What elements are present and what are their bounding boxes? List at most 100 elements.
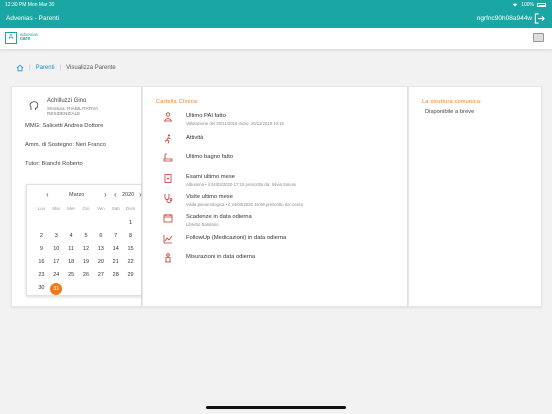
app-title: Advenias - Parenti xyxy=(6,15,60,22)
weekday-label: Ven xyxy=(96,206,105,211)
clinic-item-label: FollowUp (Medicazioni) in data odierna xyxy=(186,235,287,241)
calendar-day[interactable]: 18 xyxy=(64,256,79,269)
calendar-empty-cell xyxy=(64,217,79,230)
calendar-day[interactable]: 26 xyxy=(79,269,94,282)
calendar-day[interactable]: 23 xyxy=(34,269,49,282)
communications-title: La struttura comunica: xyxy=(422,99,482,105)
calendar-day[interactable]: 25 xyxy=(64,269,79,282)
stethoscope-icon xyxy=(164,194,173,203)
home-icon[interactable] xyxy=(16,64,24,72)
calendar-day-label: 31 xyxy=(50,282,63,295)
status-right: 100% xyxy=(512,2,546,8)
calendar-day[interactable]: 27 xyxy=(93,269,108,282)
calendar-empty-cell xyxy=(79,217,94,230)
medication-icon xyxy=(163,235,173,244)
calendar-day[interactable]: 9 xyxy=(34,243,49,256)
clinic-item-sub: Libretto Sanitario xyxy=(186,222,219,227)
clinic-item-label: Misurazioni in data odierna xyxy=(186,254,256,260)
clinic-item-label: Ultimo PAI fatto xyxy=(186,113,226,119)
calendar-day[interactable]: 19 xyxy=(79,256,94,269)
image-icon[interactable] xyxy=(533,33,544,42)
logo-text: advenias care xyxy=(20,32,38,42)
weekday-label: Gio xyxy=(82,206,90,211)
calendar-day-selected[interactable]: 31 xyxy=(49,282,64,295)
breadcrumb: | Parenti | Visualizza Parente xyxy=(16,64,116,72)
calendar-empty-cell xyxy=(93,217,108,230)
clinic-item-label: Esami ultimo mese xyxy=(186,174,235,180)
calendar-header: ‹ Marzo › ‹ 2020 › xyxy=(27,191,142,199)
calendar-day[interactable]: 22 xyxy=(123,256,138,269)
weekday-label: Mar xyxy=(52,206,61,211)
clinic-item-label: Attività xyxy=(186,135,204,141)
calendar-day[interactable]: 14 xyxy=(108,243,123,256)
calendar-day[interactable]: 3 xyxy=(49,230,64,243)
calendar-day[interactable]: 5 xyxy=(79,230,94,243)
calendar-day[interactable]: 10 xyxy=(49,243,64,256)
clinic-item-label: Visite ultimo mese xyxy=(186,194,233,200)
patient-mmg: MMG: Salicetti Andrea Dottore xyxy=(25,123,104,129)
prev-year-icon[interactable]: ‹ xyxy=(114,191,117,199)
calendar-day[interactable]: 28 xyxy=(108,269,123,282)
calendar-day[interactable]: 8 xyxy=(123,230,138,243)
calendar-month[interactable]: Marzo xyxy=(69,192,84,198)
patient-name: Achilluzzi Gino xyxy=(47,98,87,104)
clinic-item-label: Scadenze in data odierna xyxy=(186,214,252,220)
calendar-weekdays: Lun Mar Mer Gio Ven Sab Dom xyxy=(34,206,138,211)
communications-card: La struttura comunica: Disponibile a bre… xyxy=(408,86,542,307)
status-time: 12:30 PM Mon Mar 30 xyxy=(5,2,55,8)
exam-icon xyxy=(164,174,172,183)
app-header: Advenias - Parenti ngrfnc90h08a944w xyxy=(0,9,552,28)
clinic-item-sub: Visita pneumologica • il 24/03/2020 15:0… xyxy=(186,202,304,207)
weekday-label: Lun xyxy=(37,206,46,211)
calendar-days: 1 2 3 4 5 6 7 8 9 10 11 12 13 14 15 16 17 18 19 20 21 22 23 24 2… xyxy=(34,217,138,295)
logo-line2: care xyxy=(20,36,31,42)
calendar: ‹ Marzo › ‹ 2020 › Lun Mar Mer Gio Ven Sab Dom… xyxy=(26,184,142,296)
calendar-day[interactable]: 7 xyxy=(108,230,123,243)
battery-icon xyxy=(537,3,546,7)
wifi-icon xyxy=(512,3,518,7)
clinic-item-sub: Valutazione del 20/11/2019 inizio: 20/11… xyxy=(186,121,284,126)
status-bar: 12:30 PM Mon Mar 30 100% xyxy=(0,0,552,9)
patient-card: Achilluzzi Gino Struttura: RIABILITATIVA… xyxy=(11,86,142,307)
calendar-icon xyxy=(163,214,173,223)
prev-month-icon[interactable]: ‹ xyxy=(46,191,49,199)
next-month-icon[interactable]: › xyxy=(104,191,107,199)
calendar-empty-cell xyxy=(108,217,123,230)
clinic-title: Cartella Clinica: xyxy=(156,99,199,105)
weekday-label: Sab xyxy=(111,206,120,211)
calendar-day[interactable]: 29 xyxy=(123,269,138,282)
battery-percent: 100% xyxy=(521,2,534,8)
calendar-day[interactable]: 20 xyxy=(93,256,108,269)
weekday-label: Dom xyxy=(125,206,136,211)
clinic-card: Cartella Clinica: Ultimo PAI fatto Valut… xyxy=(142,86,408,307)
calendar-day[interactable]: 4 xyxy=(64,230,79,243)
home-indicator[interactable] xyxy=(206,406,346,409)
calendar-day[interactable]: 12 xyxy=(79,243,94,256)
breadcrumb-separator: | xyxy=(29,65,31,71)
calendar-day[interactable]: 1 xyxy=(123,217,138,230)
bath-icon xyxy=(163,153,173,162)
sub-header: A advenias care xyxy=(0,28,552,50)
calendar-year[interactable]: 2020 xyxy=(122,192,134,198)
patient-support: Amm. di Sostegno: Neri Franco xyxy=(25,142,106,148)
patient-head-icon xyxy=(29,101,39,110)
calendar-day[interactable]: 17 xyxy=(49,256,64,269)
calendar-day[interactable]: 24 xyxy=(49,269,64,282)
patient-tutor: Tutor: Bianchi Roberto xyxy=(25,161,83,167)
activity-icon xyxy=(164,134,171,144)
calendar-day[interactable]: 16 xyxy=(34,256,49,269)
calendar-day[interactable]: 15 xyxy=(123,243,138,256)
calendar-day[interactable]: 30 xyxy=(34,282,49,295)
clinic-item-label: Ultimo bagno fatto xyxy=(186,154,234,160)
logo-mark: A xyxy=(5,32,17,44)
calendar-day[interactable]: 2 xyxy=(34,230,49,243)
calendar-day[interactable]: 6 xyxy=(93,230,108,243)
user-id: ngrfnc90h08a944w xyxy=(476,15,532,22)
communications-text: Disponibile a breve xyxy=(425,109,475,115)
calendar-day[interactable]: 11 xyxy=(64,243,79,256)
patient-structure: Struttura: RIABILITATIVA RESIDENZIALE xyxy=(47,106,98,117)
logout-icon[interactable] xyxy=(534,13,545,24)
calendar-day[interactable]: 13 xyxy=(93,243,108,256)
calendar-day[interactable]: 21 xyxy=(108,256,123,269)
breadcrumb-parenti[interactable]: Parenti xyxy=(36,65,55,71)
